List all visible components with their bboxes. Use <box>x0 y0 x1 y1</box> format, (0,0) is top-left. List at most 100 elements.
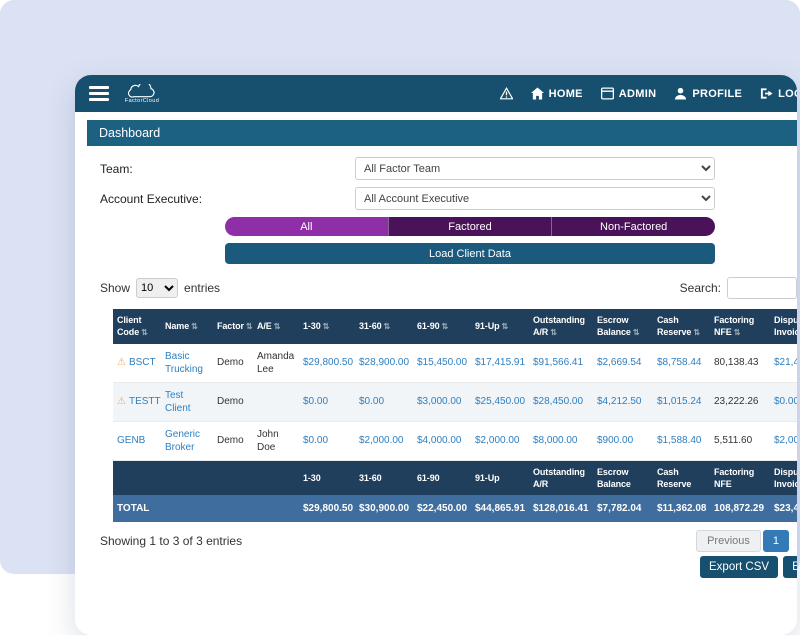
client-name-link[interactable]: Basic Trucking <box>165 351 203 375</box>
client-name-link[interactable]: Test Client <box>165 390 191 414</box>
nav-admin[interactable]: ADMIN <box>601 87 657 100</box>
aging-31-60-link[interactable]: $2,000.00 <box>359 435 404 446</box>
page-1-button[interactable]: 1 <box>763 530 789 552</box>
team-select[interactable]: All Factor Team <box>355 157 715 180</box>
outstanding-ar-link[interactable]: $8,000.00 <box>533 435 578 446</box>
total-outstanding-ar: $128,016.41 <box>529 495 593 522</box>
top-navbar: FactorCloud HOME A <box>75 75 797 112</box>
summary-empty-cell <box>113 460 161 495</box>
total-31-60: $30,900.00 <box>355 495 413 522</box>
alerts-button[interactable] <box>500 87 513 100</box>
column-header-factor[interactable]: Factor⇅ <box>213 309 253 344</box>
main-content: Team: All Factor Team Account Executive:… <box>75 146 797 578</box>
client-name-link[interactable]: Generic Broker <box>165 429 200 453</box>
table-row: GENB Generic Broker Demo John Doe $0.00 … <box>113 421 797 460</box>
total-61-90: $22,450.00 <box>413 495 471 522</box>
factor-cell: Demo <box>213 382 253 421</box>
column-header-escrow-balance[interactable]: Escrow Balance⇅ <box>593 309 653 344</box>
aging-1-30-link[interactable]: $0.00 <box>303 396 328 407</box>
escrow-balance-link[interactable]: $2,669.54 <box>597 357 642 368</box>
column-header-name[interactable]: Name⇅ <box>161 309 213 344</box>
nav-home-label: HOME <box>549 88 583 100</box>
factor-cell: Demo <box>213 421 253 460</box>
brand-logo[interactable]: FactorCloud <box>123 84 161 104</box>
column-header-1-30[interactable]: 1-30⇅ <box>299 309 355 344</box>
cash-reserve-link[interactable]: $8,758.44 <box>657 357 702 368</box>
disputed-invoices-link[interactable]: $21,450.00 <box>774 357 797 368</box>
outstanding-ar-link[interactable]: $91,566.41 <box>533 357 583 368</box>
aging-31-60-link[interactable]: $0.00 <box>359 396 384 407</box>
column-header-31-60[interactable]: 31-60⇅ <box>355 309 413 344</box>
aging-1-30-link[interactable]: $29,800.50 <box>303 357 353 368</box>
total-91-up: $44,865.91 <box>471 495 529 522</box>
column-header-client-code[interactable]: Client Code⇅ <box>113 309 161 344</box>
summary-column-label: Disputed Invoice(s) <box>770 460 797 495</box>
column-header-ae[interactable]: A/E⇅ <box>253 309 299 344</box>
aging-61-90-link[interactable]: $4,000.00 <box>417 435 462 446</box>
team-label: Team: <box>100 162 355 176</box>
aging-61-90-link[interactable]: $15,450.00 <box>417 357 467 368</box>
menu-icon[interactable] <box>89 86 109 101</box>
row-warning-icon: ⚠ <box>117 357 126 368</box>
sort-icon: ⇅ <box>734 328 741 337</box>
segment-all-button[interactable]: All <box>225 217 388 236</box>
aging-91-up-link[interactable]: $2,000.00 <box>475 435 520 446</box>
summary-column-label: 1-30 <box>299 460 355 495</box>
table-info-row: Showing 1 to 3 of 3 entries Previous 1 <box>100 530 797 552</box>
total-empty-cell <box>161 495 213 522</box>
nav-admin-label: ADMIN <box>619 88 657 100</box>
column-header-disputed-invoices[interactable]: Disputed Invoice(s)⇅ <box>770 309 797 344</box>
export-buttons-row: Export CSV Export Excel <box>700 556 797 578</box>
account-executive-select[interactable]: All Account Executive <box>355 187 715 210</box>
table-header-row: Client Code⇅ Name⇅ Factor⇅ A/E⇅ 1-30⇅ 31… <box>113 309 797 344</box>
escrow-balance-link[interactable]: $900.00 <box>597 435 633 446</box>
column-header-factoring-nfe[interactable]: Factoring NFE⇅ <box>710 309 770 344</box>
admin-icon <box>601 87 614 100</box>
aging-61-90-link[interactable]: $3,000.00 <box>417 396 462 407</box>
cash-reserve-link[interactable]: $1,588.40 <box>657 435 702 446</box>
disputed-invoices-link[interactable]: $2,000.00 <box>774 435 797 446</box>
column-header-91-up[interactable]: 91-Up⇅ <box>471 309 529 344</box>
factored-segment-group: All Factored Non-Factored <box>225 217 715 236</box>
aging-91-up-link[interactable]: $17,415.91 <box>475 357 525 368</box>
client-code-link[interactable]: TESTT <box>129 396 161 407</box>
segment-non-factored-button[interactable]: Non-Factored <box>551 217 715 236</box>
outstanding-ar-link[interactable]: $28,450.00 <box>533 396 583 407</box>
warning-icon <box>500 87 513 100</box>
load-client-data-button[interactable]: Load Client Data <box>225 243 715 264</box>
previous-page-button[interactable]: Previous <box>696 530 761 552</box>
aging-91-up-link[interactable]: $25,450.00 <box>475 396 525 407</box>
row-warning-icon: ⚠ <box>117 396 126 407</box>
page-size-select[interactable]: 10 <box>136 278 178 298</box>
export-excel-button[interactable]: Export Excel <box>783 556 797 578</box>
search-label: Search: <box>680 281 721 295</box>
sort-icon: ⇅ <box>191 322 198 331</box>
client-code-link[interactable]: BSCT <box>129 357 156 368</box>
aging-31-60-link[interactable]: $28,900.00 <box>359 357 409 368</box>
summary-column-label: Outstanding A/R <box>529 460 593 495</box>
cash-reserve-link[interactable]: $1,015.24 <box>657 396 702 407</box>
factoring-nfe-cell: 80,138.43 <box>710 344 770 383</box>
table-row: ⚠BSCT Basic Trucking Demo Amanda Lee $29… <box>113 344 797 383</box>
segment-factored-button[interactable]: Factored <box>388 217 552 236</box>
escrow-balance-link[interactable]: $4,212.50 <box>597 396 642 407</box>
column-header-cash-reserve[interactable]: Cash Reserve⇅ <box>653 309 710 344</box>
disputed-invoices-link[interactable]: $0.00 <box>774 396 797 407</box>
column-header-outstanding-ar[interactable]: Outstanding A/R⇅ <box>529 309 593 344</box>
aging-1-30-link[interactable]: $0.00 <box>303 435 328 446</box>
profile-icon <box>674 87 687 100</box>
sort-icon: ⇅ <box>442 322 449 331</box>
column-header-61-90[interactable]: 61-90⇅ <box>413 309 471 344</box>
nav-profile[interactable]: PROFILE <box>674 87 742 100</box>
client-table: Client Code⇅ Name⇅ Factor⇅ A/E⇅ 1-30⇅ 31… <box>113 309 797 522</box>
sort-icon: ⇅ <box>550 328 557 337</box>
app-window: FactorCloud HOME A <box>75 75 797 635</box>
nav-home[interactable]: HOME <box>531 87 583 100</box>
search-input[interactable] <box>727 277 797 299</box>
sort-icon: ⇅ <box>384 322 391 331</box>
client-code-link[interactable]: GENB <box>117 435 145 446</box>
sort-icon: ⇅ <box>323 322 330 331</box>
export-csv-button[interactable]: Export CSV <box>700 556 778 578</box>
nav-logout[interactable]: LOGOUT <box>760 87 797 100</box>
sort-icon: ⇅ <box>502 322 509 331</box>
